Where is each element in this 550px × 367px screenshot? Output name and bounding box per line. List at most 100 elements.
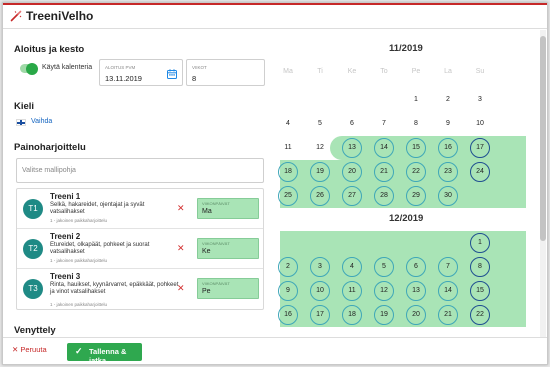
workout-item: T3 Treeni 3 Rinta, hauikset, kyynärvarre… [17,269,263,309]
calendar-day[interactable]: 18 [278,162,298,182]
start-date-field[interactable]: ALOITUS PVM 13.11.2019 [99,59,183,86]
calendar-day[interactable]: 27 [342,186,362,206]
calendar-day[interactable]: 17 [310,305,330,325]
calendar-day[interactable]: 12 [374,281,394,301]
calendar-day[interactable]: 16 [278,305,298,325]
weeks-field[interactable]: VIIKOT 8 [186,59,265,86]
calendar-day[interactable]: 25 [278,186,298,206]
weekday-field[interactable]: VIIKONPÄIVÄT Pe [197,278,259,299]
weekday-label: VIIKONPÄIVÄT [202,201,230,206]
calendar-day[interactable]: 8 [470,257,490,277]
calendar-day[interactable]: 13 [406,281,426,301]
calendar-day[interactable]: 15 [470,281,490,301]
workout-item: T1 Treeni 1 Selkä, hakareidet, ojentajat… [17,189,263,229]
calendar-day[interactable]: 10 [310,281,330,301]
calendar-day[interactable]: 6 [342,114,362,134]
calendar-day[interactable]: 24 [470,162,490,182]
calendar-day[interactable]: 6 [406,257,426,277]
calendar-toggle-label: Käytä kalenteria [42,64,93,71]
calendar-day[interactable]: 26 [310,186,330,206]
calendar-day[interactable]: 14 [374,138,394,158]
close-icon[interactable]: ✕ [177,244,185,253]
calendar-day[interactable]: 19 [374,305,394,325]
weekday-value: Ke [202,248,211,255]
calendar-day[interactable]: 22 [406,162,426,182]
calendar-day[interactable]: 3 [470,90,490,110]
calendar-toggle[interactable] [20,62,38,75]
month-title: 11/2019 [389,43,423,54]
calendar-day[interactable]: 7 [374,114,394,134]
calendar-day[interactable]: 1 [406,90,426,110]
month-title: 12/2019 [389,213,424,224]
calendar-day[interactable]: 7 [438,257,458,277]
calendar-day[interactable]: 13 [342,138,362,158]
calendar-day[interactable]: 11 [342,281,362,301]
calendar-day[interactable]: 9 [278,281,298,301]
weekday-field[interactable]: VIIKONPÄIVÄT Ke [197,238,259,259]
calendar-day[interactable]: 10 [470,114,490,134]
avatar: T2 [23,239,43,259]
calendar-day[interactable]: 28 [374,186,394,206]
calendar-day[interactable]: 4 [342,257,362,277]
weekday-field[interactable]: VIIKONPÄIVÄT Ma [197,198,259,219]
weekday-header: Ti [317,68,323,75]
avatar: T1 [23,199,43,219]
calendar-day[interactable]: 4 [278,114,298,134]
calendar-day[interactable]: 17 [470,138,490,158]
calendar-day[interactable]: 8 [406,114,426,134]
calendar-day[interactable]: 16 [438,138,458,158]
footer-bar: ✕ Peruuta ✓ Tallenna & jatka [3,337,547,364]
weekday-header: Ma [283,68,293,75]
calendar-day[interactable]: 20 [406,305,426,325]
calendar-day[interactable]: 23 [438,162,458,182]
calendar-day[interactable]: 5 [310,114,330,134]
workout-title: Treeni 1 [50,192,81,201]
weekday-header: Su [475,68,485,75]
workout-list: T1 Treeni 1 Selkä, hakareidet, ojentajat… [16,188,264,310]
scrollbar-thumb[interactable] [540,36,546,241]
weekday-header: Ke [347,68,357,75]
template-placeholder: Valitse mallipohja [22,167,76,174]
calendar-day[interactable]: 21 [438,305,458,325]
calendar-day[interactable]: 3 [310,257,330,277]
save-label: Tallenna & jatka [89,347,127,365]
workout-subtitle: 1 - jakoinen paikkaharjoittelu [50,258,108,263]
calendar-day[interactable]: 19 [310,162,330,182]
cancel-label: Peruuta [20,345,47,354]
scrollbar[interactable] [540,30,546,337]
calendar-day[interactable]: 21 [374,162,394,182]
header-accent-line [3,3,547,5]
change-language-link[interactable]: Vaihda [31,118,52,125]
calendar-day[interactable]: 5 [374,257,394,277]
workouts-heading: Painoharjoittelu [14,142,86,153]
calendar-icon[interactable] [167,69,177,79]
calendar-day[interactable]: 20 [342,162,362,182]
app-header: TreeniVelho [3,3,547,29]
calendar-day[interactable]: 2 [438,90,458,110]
calendar-day[interactable]: 14 [438,281,458,301]
calendar-day[interactable]: 2 [278,257,298,277]
calendar-day[interactable]: 9 [438,114,458,134]
close-icon[interactable]: ✕ [177,284,185,293]
app-window: TreeniVelho Aloitus ja kesto Käytä kalen… [2,2,548,365]
calendar-day[interactable]: 11 [278,138,298,158]
calendar-day[interactable]: 29 [406,186,426,206]
wand-icon [10,10,22,22]
cancel-button[interactable]: ✕ Peruuta [12,345,47,354]
language-heading: Kieli [14,101,35,112]
template-select[interactable]: Valitse mallipohja [16,158,264,183]
weekday-header: Pe [411,68,421,75]
avatar: T3 [23,279,43,299]
calendar-day[interactable]: 1 [470,233,490,253]
save-and-continue-button[interactable]: ✓ Tallenna & jatka [67,343,142,364]
close-icon[interactable]: ✕ [177,204,185,213]
calendar-day[interactable]: 12 [310,138,330,158]
calendar-day[interactable]: 18 [342,305,362,325]
calendar-day[interactable]: 22 [470,305,490,325]
calendar-day[interactable]: 30 [438,186,458,206]
weekday-label: VIIKONPÄIVÄT [202,281,230,286]
calendar-day[interactable]: 15 [406,138,426,158]
weekday-label: VIIKONPÄIVÄT [202,241,230,246]
workout-subtitle: 1 - jakoinen paikkaharjoittelu [50,218,108,223]
weeks-value: 8 [192,74,197,83]
